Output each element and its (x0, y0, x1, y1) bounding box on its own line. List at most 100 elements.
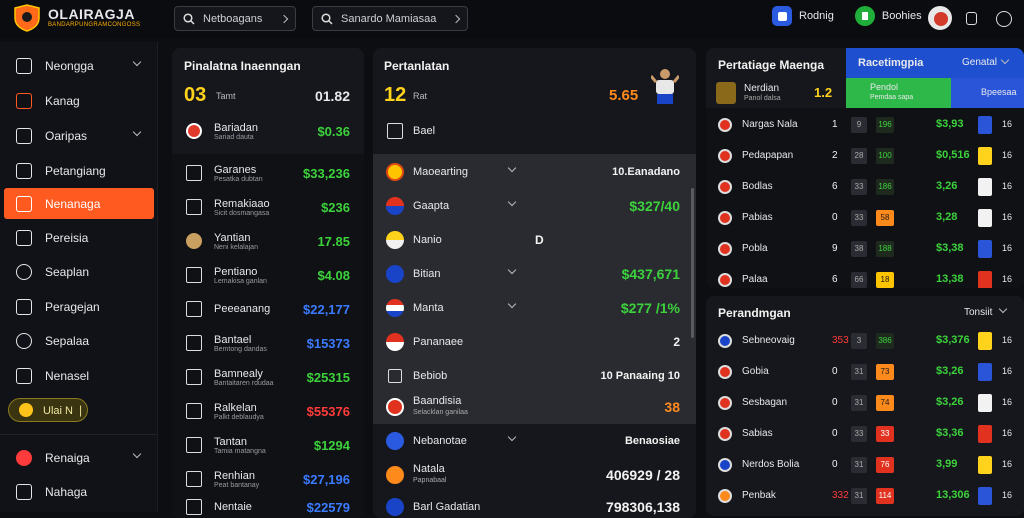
table-row[interactable]: Sabias 0 33 33 $3,36 16 (706, 419, 1024, 450)
search-input-secondary[interactable]: Sanardo Mamiasaa (312, 6, 468, 31)
middle-panel: Pertanlatan 12 Rat 5.65 Bael Maoearting 1… (373, 48, 696, 518)
row-name: Nargas Nala (742, 119, 798, 130)
sidebar-item-0[interactable]: Neongga (4, 50, 154, 81)
table-row[interactable]: Yantian Neni kelalajan 17.85 (172, 224, 364, 258)
table-row[interactable]: Barl Gadatian 798306,138 (373, 490, 696, 518)
search-icon (183, 12, 195, 25)
sidebar-item-3[interactable]: Petangiang (4, 155, 154, 186)
table-row[interactable]: Gaapta $327/40 (373, 189, 696, 223)
top-action-label-1[interactable]: Rodnig (799, 10, 834, 22)
sidebar-item-7[interactable]: Peragejan (4, 291, 154, 322)
table-row[interactable]: Narbeeka113311763,2616 (706, 512, 1024, 516)
table-row[interactable]: Peeeanang $22,177 (172, 292, 364, 326)
row-count: 16 (1002, 397, 1013, 407)
table-row[interactable]: Nentaie $22579 (172, 490, 364, 518)
sidebar-item-6[interactable]: Seaplan (4, 256, 154, 287)
table-row[interactable]: Sebneovaig 353 3 386 $3,376 16 (706, 326, 1024, 357)
table-row[interactable]: Tantan Tamia matangna $1294 (172, 428, 364, 462)
tab-select[interactable]: Genatal (962, 57, 997, 68)
brand-logo[interactable] (12, 4, 42, 32)
table-row[interactable]: Pabias 0 33 58 3,28 16 (706, 203, 1024, 234)
table-row[interactable]: Gobia 0 31 73 $3,26 16 (706, 357, 1024, 388)
avatar[interactable] (928, 6, 952, 30)
table-row[interactable]: Palaa 6 66 18 13,38 16 (706, 265, 1024, 288)
badge-icon (978, 456, 992, 474)
table-row[interactable]: Ralkelan Palkt deblaudya $55376 (172, 394, 364, 428)
sidebar-item-5[interactable]: Pereisia (4, 222, 154, 253)
chevron-down-icon[interactable] (998, 304, 1008, 314)
stat-label: Tamt (216, 91, 236, 101)
row-sub: Peat bantanay (214, 482, 260, 489)
panel-title: Pertanlatan (384, 59, 450, 73)
table-row[interactable]: Remakiaao Sicit dosmangasa $236 (172, 190, 364, 224)
table-row[interactable]: Bamnealy Bantaitaren rdudaa $25315 (172, 360, 364, 394)
table-row[interactable]: Pentiano Lemakisa ganlan $4.08 (172, 258, 364, 292)
tag-icon (16, 298, 32, 315)
sidebar-item-8[interactable]: Sepalaa (4, 325, 154, 356)
table-row[interactable]: Bantael Bemtong dandas $15373 (172, 326, 364, 360)
table-row[interactable]: Penbak 332 31 114 13,306 16 (706, 481, 1024, 512)
table-row[interactable]: Pedapapan 2 28 100 $0,516 16 (706, 141, 1024, 172)
sidebar-item-label: Seaplan (45, 264, 90, 279)
sidebar-item-9[interactable]: Nenasel (4, 360, 154, 391)
avatar-icon (186, 233, 202, 249)
tab-active[interactable]: Racetimgpia (858, 57, 923, 69)
list-item-top[interactable]: Bael (373, 114, 696, 148)
row-box: 31 (851, 364, 867, 380)
table-row[interactable]: Natala Papnabaal 406929 / 28 (373, 458, 696, 492)
table-row[interactable]: Garanes Pesatka dubtan $33,236 (172, 156, 364, 190)
team-badge-icon (386, 163, 404, 181)
row-value: $22579 (306, 499, 350, 515)
row-rank: 0 (832, 366, 838, 377)
row-count: 16 (1002, 150, 1013, 160)
sidebar-item-1[interactable]: Kanag (4, 85, 154, 116)
chevron-down-icon (507, 432, 517, 442)
table-row[interactable]: Maoearting 10.Eanadano (373, 155, 696, 189)
table-row[interactable]: Pobla 9 38 188 $3,38 16 (706, 234, 1024, 265)
sidebar-bottom-item-0[interactable]: Renaiga (4, 442, 154, 473)
filter-select[interactable]: Tonsiit (964, 307, 992, 318)
sidebar-item-label: Oaripas (45, 128, 88, 143)
sidebar-bottom-item-1[interactable]: Nahaga (4, 476, 154, 507)
row-name: Bamnealy (214, 368, 263, 380)
table-row[interactable]: Nargas Nala 1 9 196 $3,93 16 (706, 110, 1024, 141)
row-name: Pobla (742, 243, 768, 254)
row-score: 188 (876, 241, 894, 257)
table-row[interactable]: Bitian $437,671 (373, 257, 696, 291)
table-row[interactable]: Nebanotae Benaosiae (373, 424, 696, 458)
sidebar-item-4[interactable]: Nenanaga (4, 188, 154, 219)
app-icon[interactable] (772, 6, 792, 26)
blue-cell[interactable]: Bpeesaa (951, 78, 1024, 108)
table-row[interactable]: Bodlas 6 33 186 3,26 16 (706, 172, 1024, 203)
badge-icon (978, 487, 992, 505)
panel-title: Pinalatna Inaenngan (184, 59, 301, 73)
highlight-row[interactable]: Nerdian Panol dalsa 1.2 Pendol Pemdaa sa… (706, 78, 1024, 108)
status-icon[interactable] (854, 6, 875, 26)
house-icon (16, 367, 32, 384)
table-row[interactable]: Nanio D (373, 223, 696, 257)
table-row[interactable]: Manta $277 /1% (373, 291, 696, 325)
top-action-label-2[interactable]: Boohies (882, 10, 922, 22)
pill-label: Ulai N ❘ (43, 404, 86, 417)
row-value: $33,236 (303, 165, 350, 181)
green-cell[interactable]: Pendol Pemdaa sapa (846, 78, 951, 108)
table-row[interactable]: Sesbagan 0 31 74 $3,26 16 (706, 388, 1024, 419)
row-rank: 353 (832, 335, 849, 346)
table-row[interactable]: Pananaee 2 (373, 325, 696, 359)
badge-icon (978, 209, 992, 227)
list-item-top[interactable]: Bariadan Sariad dauta $0.36 (172, 114, 364, 148)
badge-icon (978, 363, 992, 381)
settings-icon[interactable] (996, 11, 1012, 27)
search-input-primary[interactable]: Netboagans (174, 6, 296, 31)
table-row[interactable]: Bebiob 10 Panaaing 10 (373, 359, 696, 393)
chevron-down-icon (507, 163, 517, 173)
row-name: Penbak (742, 490, 776, 501)
table-row[interactable]: Baandisia Selacklan ganilaa 38 (373, 390, 696, 424)
row-value: 13,306 (936, 489, 970, 501)
balance-pill[interactable]: Ulai N ❘ (8, 398, 88, 422)
sidebar-item-2[interactable]: Oaripas (4, 120, 154, 151)
card-icon (16, 162, 32, 179)
table-row[interactable]: Nerdos Bolia 0 31 76 3,99 16 (706, 450, 1024, 481)
chat-icon[interactable] (966, 12, 977, 25)
row-value: $3,36 (936, 427, 964, 439)
